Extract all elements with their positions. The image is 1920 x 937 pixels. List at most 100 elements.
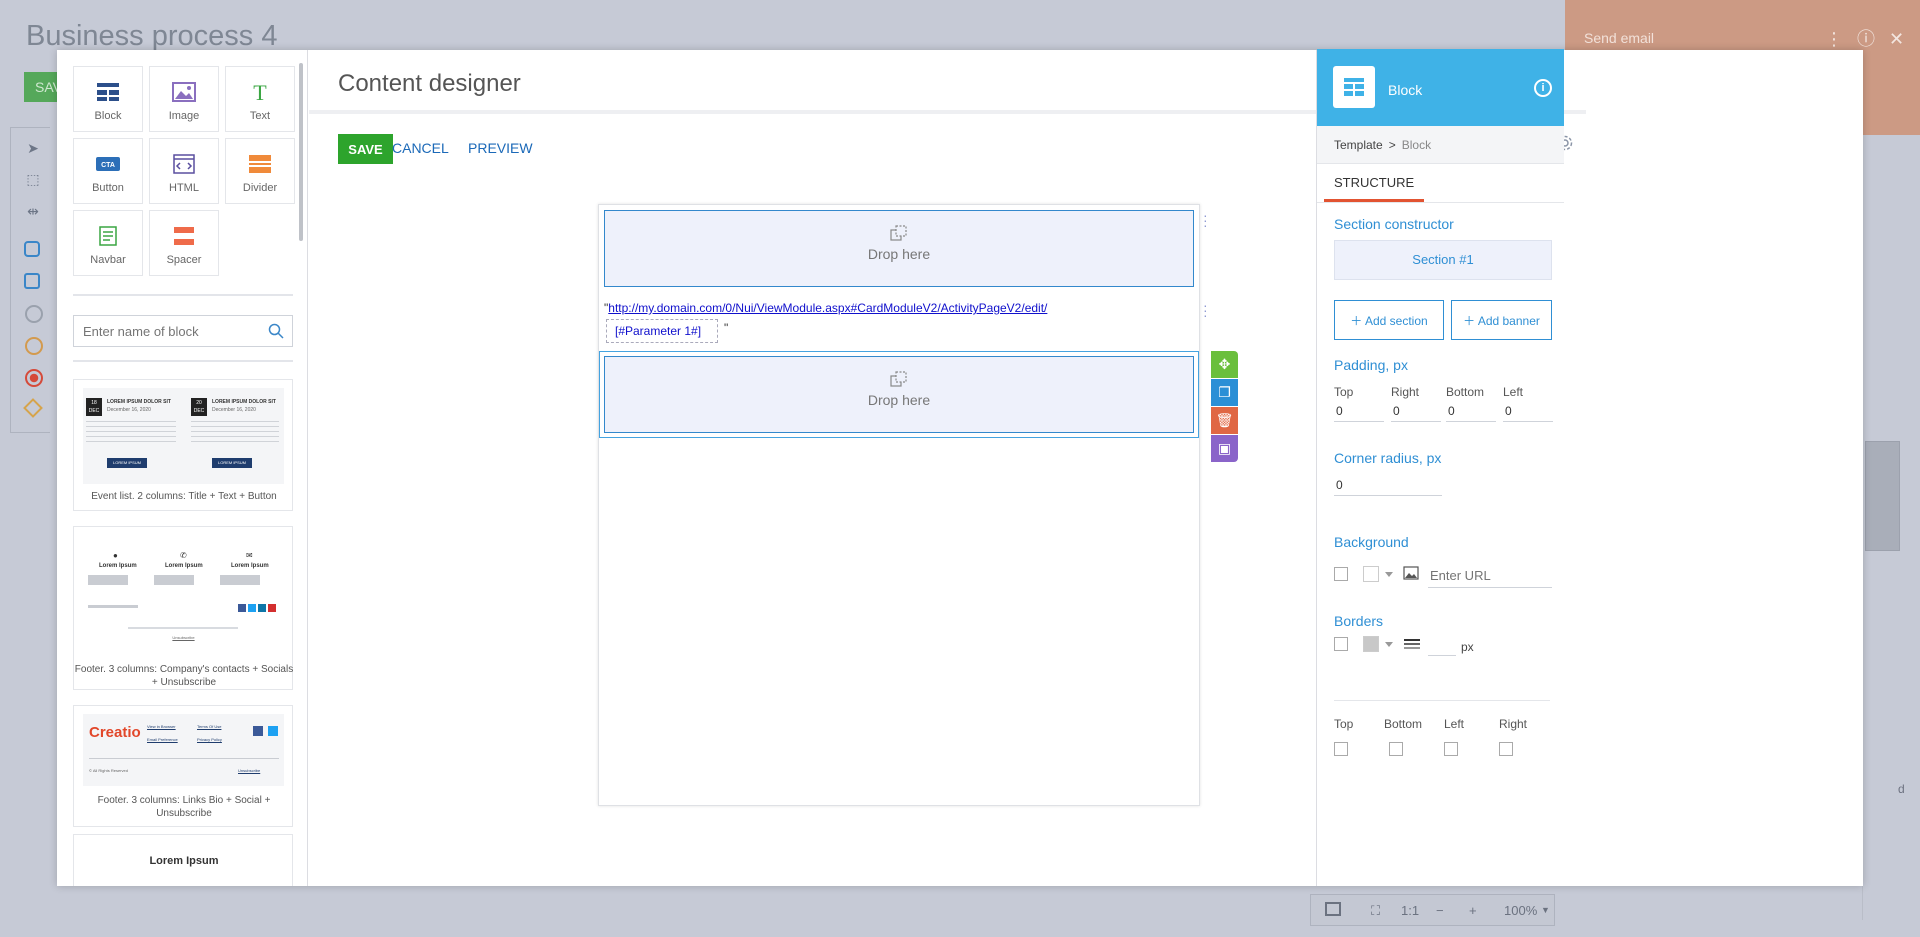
preview-button[interactable]: PREVIEW: [468, 140, 533, 156]
palette-item-button[interactable]: CTA Button: [73, 138, 143, 204]
move-icon[interactable]: ✥: [1211, 351, 1238, 378]
thumb-title: LOREM IPSUM DOLOR SIT: [107, 399, 171, 405]
border-right-checkbox[interactable]: [1499, 742, 1513, 756]
thumb-rule: [89, 758, 279, 759]
template-lorem-ipsum[interactable]: Lorem Ipsum: [73, 834, 293, 886]
border-width-input[interactable]: [1428, 634, 1456, 656]
search-input[interactable]: [74, 316, 254, 346]
add-section-label: Add section: [1364, 313, 1428, 328]
padding-bottom-input[interactable]: [1446, 400, 1496, 422]
palette-item-divider[interactable]: Divider: [225, 138, 295, 204]
template-caption: Footer. 3 columns: Company's contacts + …: [74, 664, 294, 688]
palette-item-label: Block: [94, 110, 122, 122]
borders-checkbox[interactable]: [1334, 637, 1348, 651]
pointer-tool-icon[interactable]: ➤: [24, 139, 42, 157]
padding-top-label: Top: [1334, 385, 1354, 399]
corner-radius-input[interactable]: [1334, 474, 1442, 496]
save-button[interactable]: SAVE: [338, 134, 393, 164]
twitter-icon: [248, 604, 256, 612]
drop-zone[interactable]: Drop here: [604, 210, 1194, 287]
image-icon[interactable]: [1403, 566, 1419, 580]
thumb-link: Privacy Policy: [197, 737, 222, 742]
connect-tool-icon[interactable]: ⇹: [24, 202, 42, 220]
template-event-list[interactable]: 18 DEC LOREM IPSUM DOLOR SIT December 16,…: [73, 379, 293, 511]
image-element-icon[interactable]: [24, 273, 40, 289]
start-event-icon[interactable]: [25, 305, 43, 323]
tab-structure[interactable]: STRUCTURE: [1324, 175, 1425, 202]
background-checkbox[interactable]: [1334, 567, 1348, 581]
border-top-checkbox[interactable]: [1334, 742, 1348, 756]
border-left-checkbox[interactable]: [1444, 742, 1458, 756]
divider: [73, 294, 293, 296]
element-panel-icons[interactable]: ⋮ⓘ✕: [1825, 25, 1918, 51]
palette-item-label: Button: [92, 182, 124, 194]
chevron-down-icon[interactable]: ▼: [1541, 905, 1550, 915]
palette-scrollbar[interactable]: [299, 63, 303, 241]
padding-left-label: Left: [1503, 385, 1524, 399]
corner-radius-title: Corner radius, px: [1334, 450, 1442, 466]
zoom-ratio[interactable]: 1:1: [1401, 903, 1419, 918]
search-icon[interactable]: [268, 323, 284, 339]
thumb-heading: Lorem Ipsum: [99, 563, 137, 569]
parameter-macro[interactable]: [#Parameter 1#]: [606, 319, 718, 343]
border-style-icon[interactable]: [1403, 638, 1421, 650]
breadcrumb-separator: >: [1388, 138, 1396, 152]
info-icon[interactable]: i: [1534, 79, 1552, 97]
month: DEC: [88, 408, 100, 414]
palette-item-block[interactable]: Block: [73, 66, 143, 132]
lasso-tool-icon[interactable]: ⬚: [24, 170, 42, 188]
pin-icon: ●: [113, 551, 118, 560]
creatio-logo: Creatio: [89, 724, 141, 741]
save-block-icon[interactable]: ▣: [1211, 435, 1238, 462]
fit-icon[interactable]: ⛶: [1371, 903, 1380, 919]
breadcrumb-current: Block: [1401, 138, 1432, 152]
border-top-label: Top: [1334, 717, 1354, 731]
columns-icon[interactable]: [1325, 902, 1341, 916]
background-color-swatch[interactable]: [1363, 566, 1379, 582]
palette-item-navbar[interactable]: Navbar: [73, 210, 143, 276]
thumb-text-lines: [191, 421, 279, 443]
drag-handle-icon[interactable]: · · ·: [1203, 298, 1208, 322]
zoom-level[interactable]: 100%: [1504, 903, 1537, 918]
drag-handle-icon[interactable]: · · ·: [1203, 208, 1208, 232]
breadcrumb-template[interactable]: Template: [1334, 138, 1383, 152]
twitter-icon: [268, 726, 278, 736]
border-bottom-checkbox[interactable]: [1389, 742, 1403, 756]
padding-top-input[interactable]: [1334, 400, 1384, 422]
section-item[interactable]: Section #1: [1334, 240, 1552, 280]
palette-item-html[interactable]: HTML: [149, 138, 219, 204]
intermediate-event-icon[interactable]: [25, 337, 43, 355]
chevron-down-icon[interactable]: [1385, 572, 1393, 577]
end-event-icon[interactable]: [25, 369, 43, 387]
palette-item-text[interactable]: T Text: [225, 66, 295, 132]
chevron-down-icon[interactable]: [1385, 642, 1393, 647]
thumb-lines: [88, 575, 278, 585]
divider: [1334, 700, 1550, 701]
background-url-input[interactable]: [1428, 564, 1552, 588]
inspector-panel: Block i Template > Block STRUCTURE Section…: [1316, 49, 1564, 886]
zoom-out-button[interactable]: −: [1436, 903, 1444, 918]
delete-icon[interactable]: 🗑: [1211, 407, 1238, 434]
borders-title: Borders: [1334, 613, 1384, 629]
border-left-label: Left: [1444, 717, 1465, 731]
add-section-button[interactable]: ＋ Add section: [1334, 300, 1444, 340]
add-banner-button[interactable]: ＋ Add banner: [1451, 300, 1552, 340]
palette-item-image[interactable]: Image: [149, 66, 219, 132]
mail-icon: ✉: [246, 551, 253, 560]
template-footer-links[interactable]: Creatio View in Browser Email Preference…: [73, 705, 293, 827]
palette-item-label: Text: [249, 110, 271, 122]
border-unit-label: px: [1461, 640, 1474, 654]
padding-left-input[interactable]: [1503, 400, 1553, 422]
palette-item-spacer[interactable]: Spacer: [149, 210, 219, 276]
cancel-button[interactable]: CANCEL: [392, 140, 449, 156]
task-element-icon[interactable]: [24, 241, 40, 257]
drop-zone[interactable]: Drop here: [604, 356, 1194, 433]
activity-link[interactable]: http://my.domain.com/0/Nui/ViewModule.as…: [608, 301, 1047, 315]
border-color-swatch[interactable]: [1363, 636, 1379, 652]
block-palette: Block Image T Text CTA Button HTML Divid…: [57, 50, 308, 886]
copy-icon[interactable]: ❐: [1211, 379, 1238, 406]
link-text-block[interactable]: "http://my.domain.com/0/Nui/ViewModule.a…: [604, 301, 1047, 315]
zoom-in-button[interactable]: +: [1469, 903, 1477, 918]
template-footer-contacts[interactable]: ● ✆ ✉ Lorem Ipsum Lorem Ipsum Lorem Ipsu…: [73, 526, 293, 690]
padding-right-input[interactable]: [1391, 400, 1441, 422]
